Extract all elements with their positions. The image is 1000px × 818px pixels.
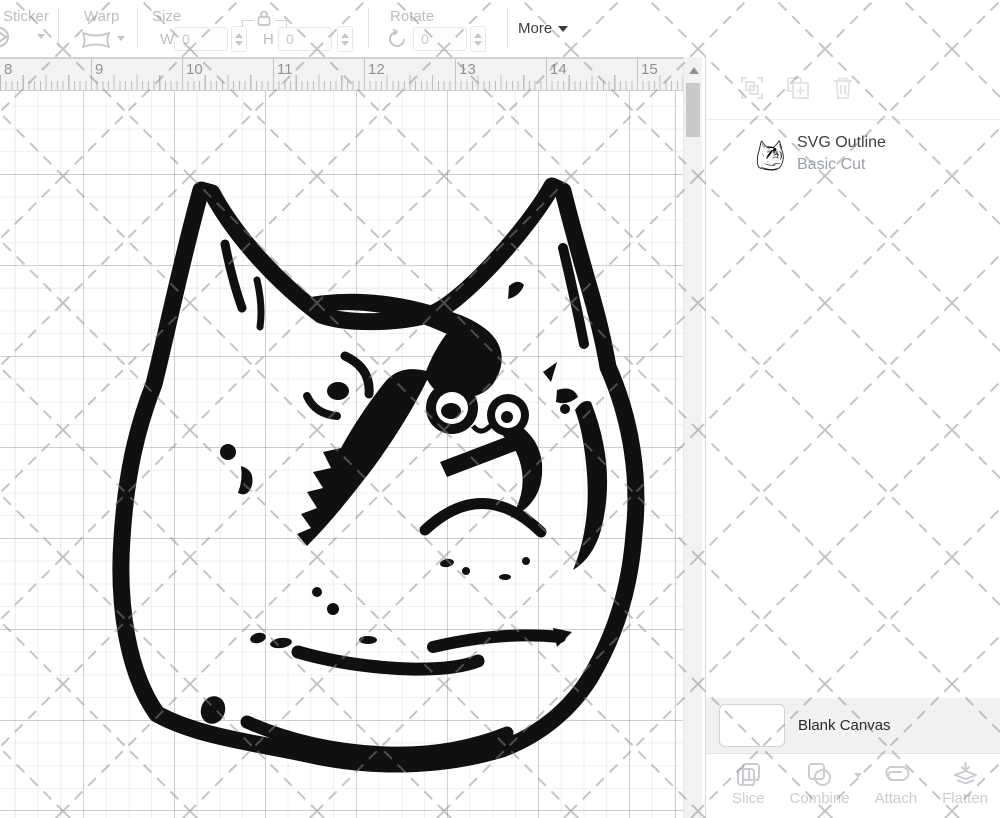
- right-panel: Layers Color Sync: [705, 0, 1000, 818]
- delete-icon[interactable]: [833, 77, 853, 99]
- lock-bracket: [275, 20, 287, 27]
- ruler-inch-line: [91, 59, 92, 90]
- height-input[interactable]: [278, 27, 332, 51]
- width-letter: W: [160, 31, 174, 48]
- layer-thumbnail: [755, 137, 785, 171]
- lock-bracket: [242, 20, 254, 27]
- combine-icon: [806, 761, 833, 788]
- warp-icon[interactable]: [80, 30, 112, 50]
- design-app: Sticker Warp Size W H Rotate: [0, 0, 1000, 818]
- attach-icon: [881, 761, 911, 788]
- rotate-input[interactable]: [413, 27, 467, 51]
- combine-caret-icon: [854, 773, 862, 778]
- toolbar-divider: [507, 8, 508, 48]
- canvas-scrollbar[interactable]: [683, 57, 702, 818]
- ruler-number: 9: [95, 61, 103, 78]
- rotate-label: Rotate: [390, 8, 434, 25]
- duplicate-icon[interactable]: [787, 77, 809, 99]
- ruler-number: 10: [186, 61, 203, 78]
- group-icon[interactable]: [741, 77, 763, 99]
- ruler-number: 12: [368, 61, 385, 78]
- ruler-number: 11: [277, 61, 293, 78]
- warp-label: Warp: [84, 8, 119, 25]
- combine-button[interactable]: Combine: [790, 761, 850, 818]
- blank-canvas-row[interactable]: Blank Canvas: [706, 698, 1000, 753]
- ruler-inch-line: [364, 59, 365, 90]
- flatten-button[interactable]: Flatten: [942, 761, 988, 818]
- attach-label: Attach: [875, 790, 918, 807]
- combine-label: Combine: [790, 790, 850, 807]
- ruler-inch-line: [637, 59, 638, 90]
- layer-title: SVG Outline: [797, 134, 886, 152]
- ruler-inch-line: [455, 59, 456, 90]
- horizontal-ruler: 8 9 10 11 12 13 14 15: [0, 57, 683, 91]
- sticker-caret-icon[interactable]: [37, 34, 45, 39]
- slice-label: Slice: [732, 790, 765, 807]
- design-canvas[interactable]: [0, 91, 683, 818]
- rotate-icon[interactable]: [386, 28, 408, 50]
- ruler-number: 13: [459, 61, 476, 78]
- scrollbar-up-icon[interactable]: [689, 67, 699, 74]
- flatten-icon: [952, 761, 979, 788]
- rotate-stepper[interactable]: [470, 26, 486, 52]
- attach-button[interactable]: Attach: [875, 761, 918, 818]
- toolbar-divider: [368, 8, 369, 48]
- toolbar-divider: [58, 8, 59, 48]
- warp-caret-icon[interactable]: [117, 36, 125, 41]
- cat-svg-artwork[interactable]: [95, 130, 650, 780]
- ruler-inch-line: [546, 59, 547, 90]
- slice-icon: [735, 761, 762, 788]
- height-letter: H: [263, 31, 274, 48]
- more-button[interactable]: More: [518, 20, 568, 37]
- cat-thumbnail-icon: [756, 138, 784, 171]
- width-input[interactable]: [174, 27, 228, 51]
- lock-icon[interactable]: [256, 9, 272, 27]
- panel-actionbar: Slice Combine Attach: [706, 753, 1000, 818]
- sticker-icon[interactable]: [0, 26, 18, 48]
- ruler-number: 8: [4, 61, 12, 78]
- more-label: More: [518, 20, 552, 37]
- flatten-label: Flatten: [942, 790, 988, 807]
- toolbar-divider: [137, 8, 138, 48]
- size-label: Size: [152, 8, 181, 25]
- layer-subtitle: Basic Cut: [797, 156, 886, 174]
- layer-item[interactable]: SVG Outline Basic Cut: [706, 120, 1000, 188]
- ruler-inch-line: [182, 59, 183, 90]
- ruler-number: 15: [641, 61, 658, 78]
- layer-tools-row: [706, 57, 1000, 120]
- sticker-label: Sticker: [3, 8, 49, 25]
- slice-button[interactable]: Slice: [732, 761, 765, 818]
- blank-canvas-swatch[interactable]: [719, 704, 785, 747]
- ruler-number: 14: [550, 61, 567, 78]
- blank-canvas-label: Blank Canvas: [798, 717, 891, 734]
- scrollbar-thumb[interactable]: [686, 83, 700, 137]
- ruler-minor-ticks: [0, 81, 683, 90]
- ruler-inch-line: [273, 59, 274, 90]
- top-toolbar: Sticker Warp Size W H Rotate: [0, 0, 1000, 57]
- height-stepper[interactable]: [337, 26, 353, 52]
- width-stepper[interactable]: [231, 26, 247, 52]
- more-caret-icon: [558, 26, 568, 32]
